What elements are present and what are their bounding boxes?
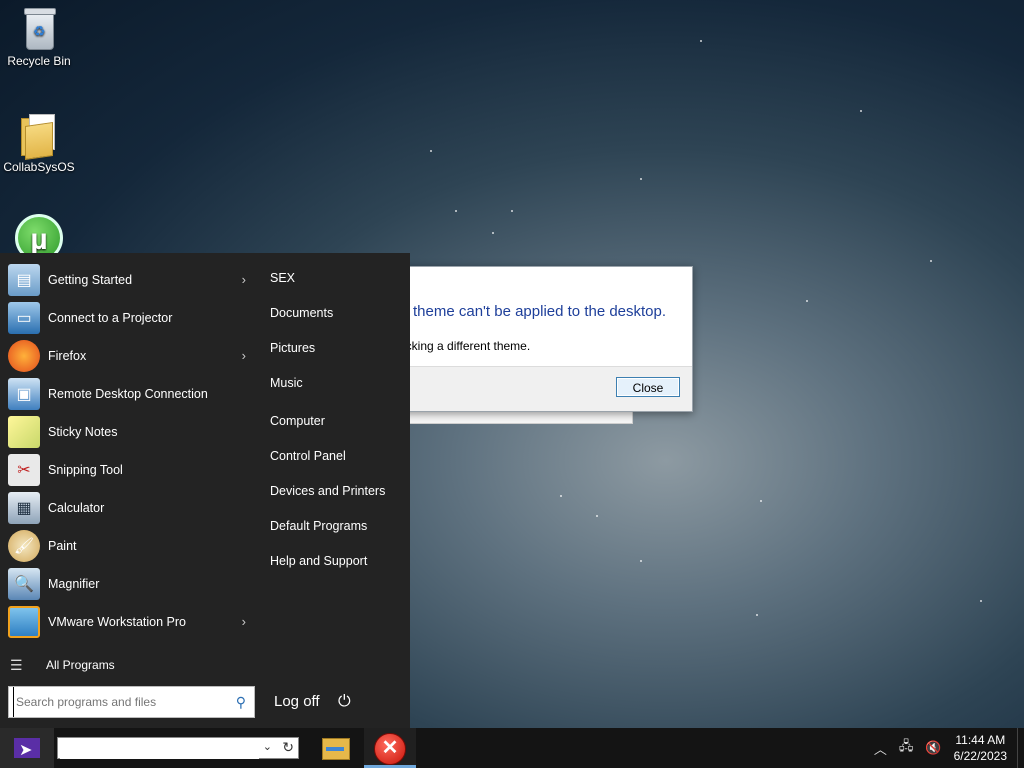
all-programs-label: All Programs: [46, 658, 115, 672]
dialog-background-bar: [380, 410, 633, 424]
program-calculator[interactable]: ▦ Calculator: [0, 489, 258, 527]
address-toolbar[interactable]: ⌄ ↻: [57, 737, 299, 759]
mouse-cursor-icon: ➤: [19, 742, 33, 759]
program-label: Calculator: [48, 501, 105, 515]
chevron-down-icon[interactable]: ⌄: [263, 740, 272, 753]
volume-muted-icon[interactable]: 🔇: [925, 740, 941, 756]
address-input[interactable]: [60, 739, 259, 759]
clock-time: 11:44 AM: [955, 733, 1006, 747]
system-tray: ︿ 🖧 🔇 11:44 AM 6/22/2023: [868, 728, 1024, 768]
place-help-support[interactable]: Help and Support: [270, 544, 410, 579]
program-list: ▤ Getting Started › ▭ Connect to a Proje…: [0, 261, 258, 641]
program-label: Firefox: [48, 349, 87, 363]
place-music[interactable]: Music: [270, 366, 410, 401]
taskbar-error-dialog[interactable]: ✕: [364, 728, 416, 768]
places-list: SEX Documents Pictures Music Computer Co…: [270, 261, 410, 579]
projector-icon: ▭: [8, 302, 40, 334]
log-off-button[interactable]: Log off: [274, 693, 320, 710]
taskbar-file-explorer[interactable]: [308, 728, 360, 768]
program-label: Magnifier: [48, 577, 100, 591]
list-icon: ☰: [10, 656, 23, 673]
error-icon: ✕: [374, 733, 406, 765]
program-sticky-notes[interactable]: Sticky Notes: [0, 413, 258, 451]
submenu-arrow-icon: ›: [241, 348, 246, 363]
program-label: Paint: [48, 539, 77, 553]
place-pictures[interactable]: Pictures: [270, 331, 410, 366]
power-icon[interactable]: ⏻: [338, 693, 351, 711]
program-vmware[interactable]: VMware Workstation Pro ›: [0, 603, 258, 641]
program-firefox[interactable]: Firefox ›: [0, 337, 258, 375]
program-label: VMware Workstation Pro: [48, 615, 187, 629]
network-icon[interactable]: 🖧: [899, 737, 914, 759]
getting-started-icon: ▤: [8, 264, 40, 296]
desktop-icon-collabsysos[interactable]: CollabSysOS: [1, 112, 77, 174]
show-desktop-button[interactable]: [1017, 728, 1024, 768]
start-search-input[interactable]: [13, 687, 228, 717]
submenu-arrow-icon: ›: [241, 272, 246, 287]
dialog-sub-text: icking a different theme.: [403, 339, 531, 353]
desktop-icon-recycle-bin[interactable]: Recycle Bin: [1, 8, 77, 68]
start-menu: ▤ Getting Started › ▭ Connect to a Proje…: [0, 253, 410, 728]
remote-desktop-icon: ▣: [8, 378, 40, 410]
program-magnifier[interactable]: 🔍 Magnifier: [0, 565, 258, 603]
all-programs-button[interactable]: ☰ All Programs: [0, 653, 258, 677]
vmware-icon: [8, 606, 40, 638]
program-connect-projector[interactable]: ▭ Connect to a Projector: [0, 299, 258, 337]
clock[interactable]: 11:44 AM 6/22/2023: [954, 732, 1007, 764]
desktop-icon-label: Recycle Bin: [7, 54, 71, 68]
close-button[interactable]: Close: [616, 377, 680, 397]
place-user-folder[interactable]: SEX: [270, 261, 410, 296]
calculator-icon: ▦: [8, 492, 40, 524]
program-label: Connect to a Projector: [48, 311, 173, 325]
program-label: Sticky Notes: [48, 425, 118, 439]
theme-error-dialog: n theme can't be applied to the desktop.…: [380, 266, 693, 412]
place-documents[interactable]: Documents: [270, 296, 410, 331]
magnifier-icon: 🔍: [8, 568, 40, 600]
snipping-tool-icon: ✂: [8, 454, 40, 486]
place-devices-printers[interactable]: Devices and Printers: [270, 474, 410, 509]
place-control-panel[interactable]: Control Panel: [270, 439, 410, 474]
sticky-notes-icon: [8, 416, 40, 448]
place-computer[interactable]: Computer: [270, 404, 410, 439]
chevron-up-icon[interactable]: ︿: [874, 739, 887, 758]
program-label: Getting Started: [48, 273, 133, 287]
recycle-bin-icon: [22, 8, 56, 50]
program-remote-desktop[interactable]: ▣ Remote Desktop Connection: [0, 375, 258, 413]
dialog-footer: Close: [381, 366, 692, 411]
program-label: Remote Desktop Connection: [48, 387, 208, 401]
program-paint[interactable]: 🖌 Paint: [0, 527, 258, 565]
file-explorer-icon: [322, 738, 350, 760]
folder-icon: [21, 112, 57, 160]
search-icon: ⚲: [235, 694, 246, 710]
refresh-icon[interactable]: ↻: [282, 739, 294, 756]
program-getting-started[interactable]: ▤ Getting Started ›: [0, 261, 258, 299]
program-label: Snipping Tool: [48, 463, 123, 477]
dialog-main-text: theme can't be applied to the desktop.: [413, 303, 667, 320]
paint-icon: 🖌: [8, 530, 40, 562]
place-default-programs[interactable]: Default Programs: [270, 509, 410, 544]
taskbar: ➤ ⌄ ↻ ✕ ︿ 🖧 🔇 11:44 AM 6/22/2023: [0, 728, 1024, 768]
start-button[interactable]: ➤: [0, 728, 54, 768]
desktop-icon-label: CollabSysOS: [3, 160, 75, 174]
clock-date: 6/22/2023: [953, 749, 1007, 763]
firefox-icon: [8, 340, 40, 372]
program-snipping-tool[interactable]: ✂ Snipping Tool: [0, 451, 258, 489]
submenu-arrow-icon: ›: [241, 614, 246, 629]
start-search-box[interactable]: ⚲: [8, 686, 255, 718]
